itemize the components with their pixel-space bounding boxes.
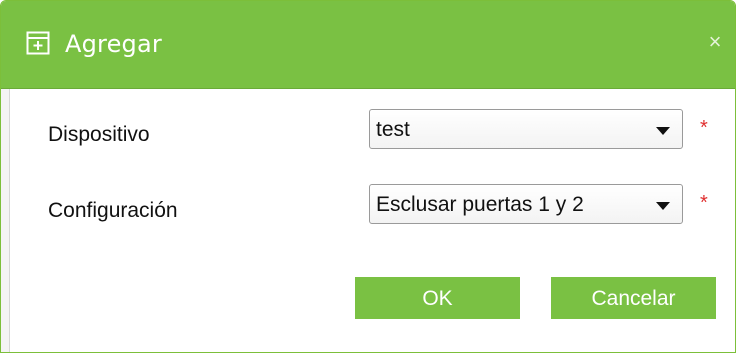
configuration-required-marker: * [700,192,708,214]
device-required-marker: * [700,117,708,139]
add-document-icon [26,31,50,55]
dialog-title: Agregar [65,30,162,58]
close-button[interactable]: × [700,27,730,57]
configuration-select-value: Esclusar puertas 1 y 2 [376,193,584,216]
device-select[interactable]: test [369,109,683,149]
chevron-down-icon [656,202,670,210]
ok-button[interactable]: OK [355,277,520,319]
cancel-button[interactable]: Cancelar [551,277,716,319]
device-select-value: test [376,118,410,141]
device-label: Dispositivo [48,123,150,146]
configuration-label: Configuración [48,199,178,222]
dialog-body: Dispositivo test * Configuración Esclusa… [9,89,735,352]
configuration-select[interactable]: Esclusar puertas 1 y 2 [369,184,683,224]
dialog-titlebar[interactable]: Agregar × [1,1,735,89]
chevron-down-icon [656,127,670,135]
add-dialog: Agregar × Dispositivo test * Configuraci… [0,0,736,353]
